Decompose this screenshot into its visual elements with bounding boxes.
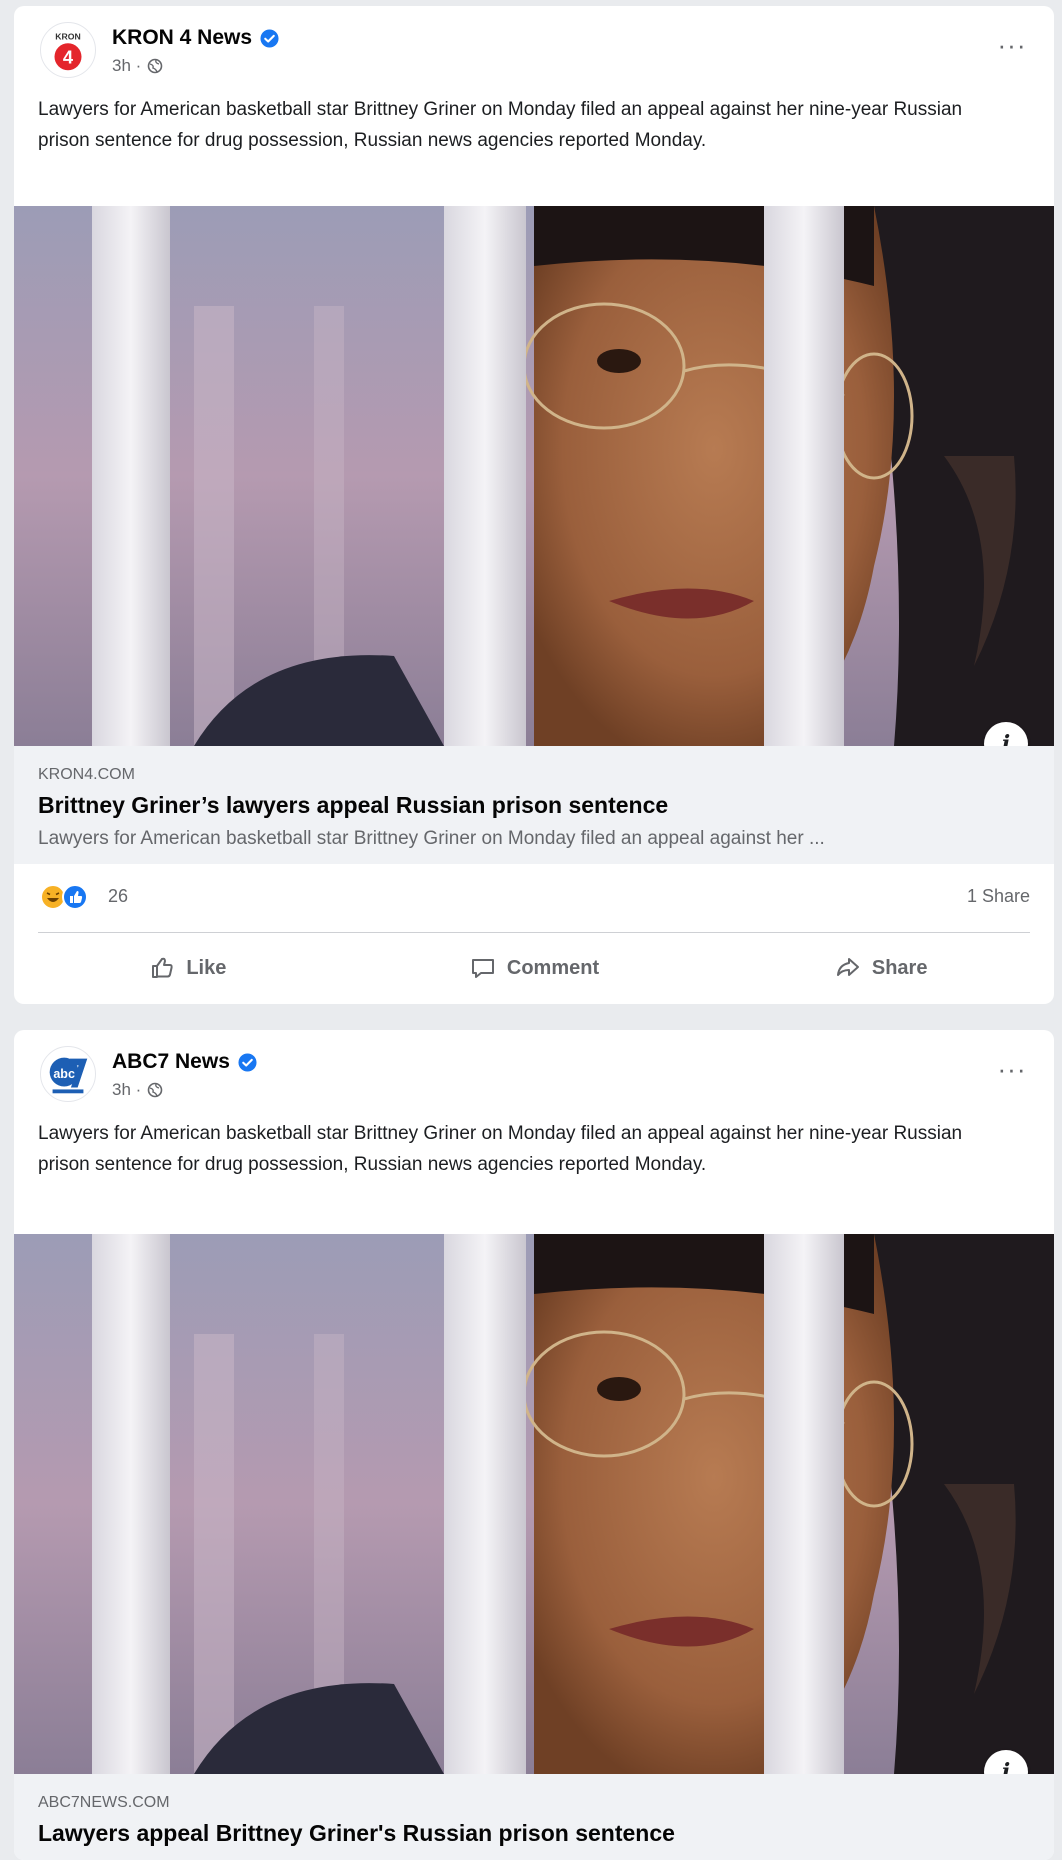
link-domain: KRON4.COM [38,766,135,783]
post-text: Lawyers for American basketball star Bri… [38,1123,963,1175]
link-preview[interactable]: KRON4.COM Brittney Griner’s lawyers appe… [14,746,1054,864]
post-timestamp[interactable]: 3h · [112,56,141,76]
more-options-button[interactable]: ··· [992,32,1032,58]
post-header: abc ABC7 News 3h · ··· [14,1030,1054,1102]
post-meta: 3h · [112,1080,163,1100]
page-avatar[interactable]: KRON 4 [40,22,96,78]
page-avatar[interactable]: abc [40,1046,96,1102]
reactions-bar: 26 1 Share [14,874,1054,918]
verified-badge-icon [260,28,279,48]
kron4-logo-icon: KRON 4 [41,23,95,77]
share-label: Share [871,956,928,979]
link-title[interactable]: Brittney Griner’s lawyers appeal Russian… [38,792,668,819]
svg-text:KRON: KRON [55,31,81,41]
thumbs-up-icon [152,957,173,978]
comment-icon [471,959,494,978]
page-name[interactable]: KRON 4 News [112,26,252,50]
globe-icon [147,1082,163,1098]
reaction-icons[interactable] [40,884,88,910]
like-reaction-icon [62,884,88,910]
link-description: Lawyers for American basketball star Bri… [38,828,825,849]
more-options-button[interactable]: ··· [992,1056,1032,1082]
article-photo[interactable] [14,206,1054,746]
reaction-count[interactable]: 26 [108,886,128,907]
globe-icon [147,58,163,74]
post-meta: 3h · [112,56,163,76]
divider [38,932,1030,933]
link-domain: ABC7NEWS.COM [38,1794,170,1811]
share-button[interactable]: Share [707,936,1054,1000]
svg-text:abc: abc [53,1067,75,1081]
like-button[interactable]: Like [14,936,361,1000]
verified-badge-icon [238,1052,257,1072]
post-timestamp[interactable]: 3h · [112,1080,141,1100]
post-card: KRON 4 KRON 4 News 3h · ··· Lawyers for … [14,6,1054,1004]
svg-text:4: 4 [63,47,74,68]
link-preview[interactable]: ABC7NEWS.COM Lawyers appeal Brittney Gri… [14,1774,1054,1860]
post-text: Lawyers for American basketball star Bri… [38,99,963,151]
comment-label: Comment [506,956,600,979]
like-label: Like [186,956,227,979]
griner-behind-bars-photo [14,1234,1054,1774]
post-card: abc ABC7 News 3h · ··· Lawyers for Ameri… [14,1030,1054,1860]
griner-behind-bars-photo [14,206,1054,746]
post-actions: Like Comment Share [14,936,1054,1000]
link-title[interactable]: Lawyers appeal Brittney Griner's Russian… [38,1820,675,1847]
page-name[interactable]: ABC7 News [112,1050,230,1074]
article-photo[interactable] [14,1234,1054,1774]
post-header: KRON 4 KRON 4 News 3h · ··· [14,6,1054,78]
news-feed: KRON 4 KRON 4 News 3h · ··· Lawyers for … [0,0,1062,1860]
abc7-logo-icon: abc [41,1047,95,1101]
share-count[interactable]: 1 Share [967,886,1030,907]
comment-button[interactable]: Comment [361,936,708,1000]
share-arrow-icon [836,958,859,976]
